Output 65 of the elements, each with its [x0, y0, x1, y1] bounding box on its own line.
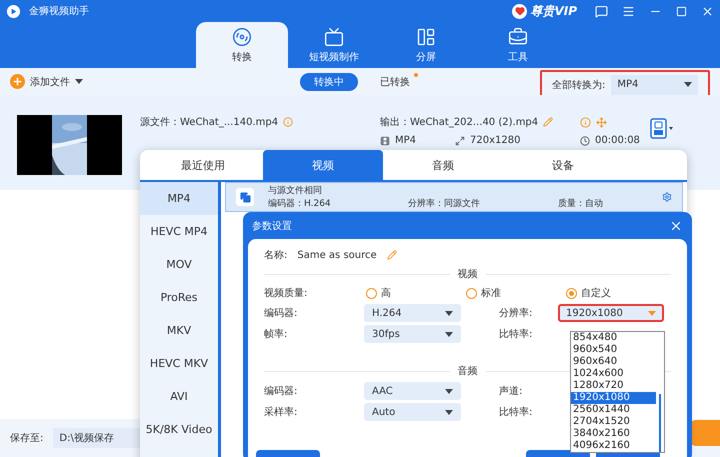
select-field[interactable]: 30fps	[364, 325, 461, 343]
format-item[interactable]: HEVC MKV	[140, 347, 218, 380]
format-select[interactable]: MP4	[611, 74, 698, 94]
format-tab[interactable]: 音频	[383, 150, 503, 180]
dialog-title: 参数设置	[252, 220, 292, 232]
quality-radio[interactable]: 标准	[466, 286, 566, 300]
add-file-button[interactable]: 添加文件	[30, 74, 70, 88]
nav-tab[interactable]: 短视频制作	[288, 22, 380, 68]
field-label: 分辨率:	[499, 306, 534, 320]
convert-all-label: 全部转换为:	[552, 78, 606, 92]
field-label: 编码器:	[264, 306, 298, 320]
output-format: MP4	[395, 135, 418, 146]
dropdown-option[interactable]: 4096x2160	[571, 440, 656, 452]
field-label: 声道:	[499, 384, 524, 398]
format-item[interactable]: MP4	[140, 182, 218, 215]
dropdown-option[interactable]: 960x540	[571, 344, 656, 356]
nav-tab[interactable]: 转换	[196, 22, 288, 68]
select-field[interactable]: H.264	[364, 304, 461, 322]
format-item[interactable]: MOV	[140, 248, 218, 281]
output-duration: 00:00:08	[595, 135, 640, 146]
field-label: 比特率:	[499, 406, 534, 419]
dropdown-option[interactable]: 3840x2160	[571, 428, 656, 440]
preset-resolution: 分辨率：同源文件	[408, 198, 481, 210]
dropdown-option[interactable]: 2704x1520	[571, 416, 656, 428]
format-item[interactable]: AVI	[140, 380, 218, 413]
preset-name: Same as source	[297, 250, 377, 260]
format-item[interactable]: HEVC MP4	[140, 215, 218, 248]
source-file: 源文件：WeChat_...140.mp4	[140, 116, 278, 129]
name-label: 名称:	[264, 249, 288, 262]
save-to-label: 保存至:	[10, 432, 44, 445]
select-field[interactable]: 1920x1080	[558, 304, 664, 322]
quality-radio[interactable]: 自定义	[566, 286, 666, 300]
dropdown-option[interactable]: 960x640	[571, 356, 656, 368]
quality-radio[interactable]: 高	[366, 286, 466, 300]
field-label: 采样率:	[264, 406, 298, 419]
section-title: 音频	[458, 364, 478, 378]
dropdown-option[interactable]: 1024x600	[571, 368, 656, 380]
format-tab[interactable]: 视频	[263, 150, 383, 180]
format-item[interactable]: MKV	[140, 314, 218, 347]
output-resolution: 720x1280	[470, 135, 520, 146]
format-tab[interactable]: 设备	[503, 150, 623, 180]
nav-tab[interactable]: 工具	[472, 22, 564, 68]
status-tab[interactable]: 转换中	[300, 72, 358, 90]
app-title: 金狮视频助手	[29, 4, 89, 18]
format-tab[interactable]: 最近使用	[143, 150, 263, 180]
dropdown-option[interactable]: 854x480	[571, 332, 656, 344]
nav-tab[interactable]: 分屏	[380, 22, 472, 68]
status-tab[interactable]: 已转换	[366, 72, 424, 90]
select-field[interactable]: AAC	[364, 382, 461, 400]
field-label: 比特率:	[499, 328, 534, 341]
dropdown-option[interactable]: 2560x1440	[571, 404, 656, 416]
dropdown-option[interactable]: 1920x1080	[571, 392, 656, 404]
preset-row[interactable]: 与源文件相同 编码器：H.264 分辨率：同源文件 质量：自动	[225, 182, 683, 212]
field-label: 视频质量:	[264, 286, 308, 300]
preset-title: 与源文件相同	[268, 184, 323, 197]
field-label: 帧率:	[264, 328, 288, 341]
preset-quality: 质量：自动	[558, 198, 604, 210]
section-title: 视频	[458, 268, 478, 281]
dropdown-option[interactable]: 1280x720	[571, 380, 656, 392]
field-label: 编码器:	[264, 384, 298, 398]
vip-label[interactable]: 尊贵VIP	[530, 2, 577, 20]
select-field[interactable]: Auto	[364, 403, 461, 421]
preset-encoder: 编码器：H.264	[268, 198, 332, 210]
format-item[interactable]: ProRes	[140, 281, 218, 314]
output-file: 输出：WeChat_202...40 (2).mp4	[380, 116, 538, 129]
